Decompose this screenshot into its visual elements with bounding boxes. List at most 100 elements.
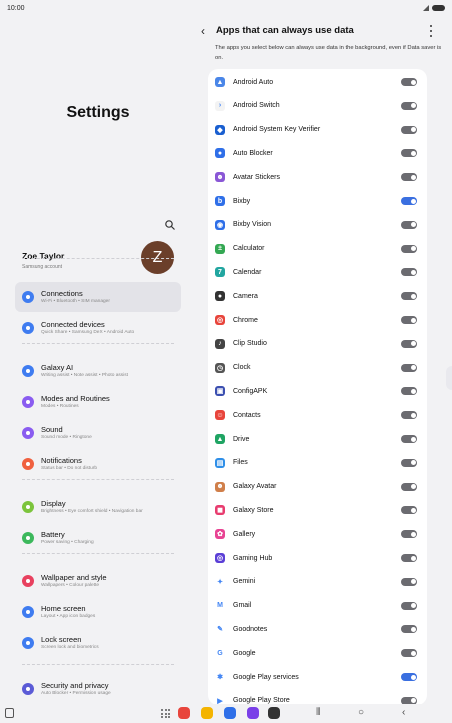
data-toggle[interactable] [401, 625, 417, 634]
data-toggle[interactable] [401, 673, 417, 681]
dock-app-red[interactable] [178, 707, 190, 719]
app-icon: ± [215, 243, 225, 254]
app-name: Gaming Hub [233, 554, 273, 562]
app-row[interactable]: ◆ Android System Key Verifier [208, 118, 427, 142]
app-row[interactable]: ▲ Drive [208, 427, 427, 451]
menu-item-subtitle: Quick Share • Samsung DeX • Android Auto [41, 330, 135, 335]
data-toggle[interactable] [401, 506, 417, 515]
search-icon[interactable] [164, 219, 176, 231]
app-row[interactable]: ▣ ConfigAPK [208, 379, 427, 403]
data-toggle[interactable] [401, 387, 417, 396]
menu-item-galaxy-ai[interactable]: Galaxy AI Writing assist • Note assist • … [15, 356, 181, 386]
data-toggle[interactable] [401, 292, 417, 301]
lock-icon [22, 637, 34, 649]
data-toggle[interactable] [401, 220, 417, 229]
dock-app-blue[interactable] [224, 707, 236, 719]
menu-item-wallpaper-and-style[interactable]: Wallpaper and style Wallpapers • Colour p… [15, 566, 181, 596]
scroll-handle[interactable] [446, 366, 452, 390]
app-icon: M [215, 600, 225, 611]
data-toggle[interactable] [401, 125, 417, 134]
data-toggle[interactable] [401, 244, 417, 253]
app-row[interactable]: G Google [208, 641, 427, 665]
app-row[interactable]: ✦ Gemini [208, 570, 427, 594]
app-row[interactable]: ☻ Galaxy Avatar [208, 475, 427, 499]
app-row[interactable]: 7 Calendar [208, 260, 427, 284]
data-toggle[interactable] [401, 78, 417, 86]
menu-item-label: Galaxy AI [41, 363, 74, 372]
app-row[interactable]: M Gmail [208, 594, 427, 618]
app-row[interactable]: ◼ Galaxy Store [208, 498, 427, 522]
data-toggle[interactable] [401, 339, 417, 348]
app-row[interactable]: ◎ Gaming Hub [208, 546, 427, 570]
dock-app-purple[interactable] [247, 707, 259, 719]
data-toggle[interactable] [401, 173, 417, 182]
data-toggle[interactable] [401, 601, 417, 610]
back-icon[interactable]: ‹ [201, 23, 205, 39]
app-row[interactable]: ☺ Contacts [208, 403, 427, 427]
data-toggle[interactable] [401, 268, 417, 277]
menu-item-lock-screen[interactable]: Lock screen Screen lock and biometrics [15, 628, 181, 658]
app-row[interactable]: ◎ Chrome [208, 308, 427, 332]
display-icon [22, 501, 34, 513]
app-name: Calculator [233, 245, 265, 253]
home-button[interactable]: ○ [358, 706, 364, 720]
data-toggle[interactable] [401, 411, 417, 420]
data-toggle[interactable] [401, 458, 417, 467]
menu-item-sound[interactable]: Sound Sound mode • Ringtone [15, 418, 181, 448]
divider [22, 479, 174, 480]
app-row[interactable]: ♪ Clip Studio [208, 332, 427, 356]
app-icon: ◉ [215, 219, 225, 230]
app-icon: ☺ [215, 410, 225, 421]
data-toggle[interactable] [401, 101, 417, 110]
taskbar-panel-icon[interactable] [5, 708, 14, 718]
app-row[interactable]: › Android Switch [208, 94, 427, 118]
app-name: Clip Studio [233, 340, 267, 348]
app-row[interactable]: ◷ Clock [208, 356, 427, 380]
data-toggle[interactable] [401, 482, 417, 491]
more-options-icon[interactable] [429, 25, 432, 37]
taskbar: ⦀ ○ ‹ [0, 704, 452, 723]
app-icon: ● [215, 148, 225, 159]
data-toggle[interactable] [401, 649, 417, 658]
menu-item-label: Display [41, 499, 66, 508]
menu-item-security-and-privacy[interactable]: Security and privacy Auto Blocker • Permi… [15, 674, 181, 704]
app-row[interactable]: ◉ Bixby Vision [208, 213, 427, 237]
app-row[interactable]: ▤ Files [208, 451, 427, 475]
app-row[interactable]: ± Calculator [208, 237, 427, 261]
data-toggle[interactable] [401, 554, 417, 562]
app-row[interactable]: ✿ Gallery [208, 522, 427, 546]
app-row[interactable]: ▶ Google Play Store [208, 689, 427, 705]
app-icon: › [215, 100, 225, 111]
app-row[interactable]: ● Auto Blocker [208, 141, 427, 165]
menu-item-text: Battery Power saving • Charging [41, 530, 94, 546]
data-toggle[interactable] [401, 197, 417, 205]
data-toggle[interactable] [401, 149, 417, 158]
menu-item-subtitle: Status bar • Do not disturb [41, 466, 98, 471]
signal-icon [423, 5, 429, 11]
data-toggle[interactable] [401, 530, 417, 539]
menu-item-connected-devices[interactable]: Connected devices Quick Share • Samsung D… [15, 313, 181, 343]
recents-button[interactable]: ⦀ [316, 706, 320, 720]
dock-app-camera[interactable] [268, 707, 280, 719]
data-toggle[interactable] [401, 316, 417, 324]
app-icon: ◎ [215, 553, 225, 563]
app-row[interactable]: ✱ Google Play services [208, 665, 427, 689]
menu-item-modes-and-routines[interactable]: Modes and Routines Modes • Routines [15, 387, 181, 417]
app-row[interactable]: ▲ Android Auto [208, 70, 427, 94]
back-button[interactable]: ‹ [402, 706, 405, 720]
app-row[interactable]: ☻ Avatar Stickers [208, 165, 427, 189]
data-toggle[interactable] [401, 363, 417, 372]
dock-app-yellow[interactable] [201, 707, 213, 719]
menu-item-battery[interactable]: Battery Power saving • Charging [15, 523, 181, 553]
app-row[interactable]: b Bixby [208, 189, 427, 213]
data-toggle[interactable] [401, 435, 417, 443]
app-name: Files [233, 459, 248, 467]
app-row[interactable]: ✎ Goodnotes [208, 617, 427, 641]
menu-item-display[interactable]: Display Brightness • Eye comfort shield •… [15, 492, 181, 522]
app-row[interactable]: ● Camera [208, 284, 427, 308]
menu-item-notifications[interactable]: Notifications Status bar • Do not disturb [15, 449, 181, 479]
menu-item-home-screen[interactable]: Home screen Layout • App icon badges [15, 597, 181, 627]
apps-grid-icon[interactable] [161, 709, 170, 718]
data-toggle[interactable] [401, 577, 417, 586]
menu-item-connections[interactable]: Connections Wi-Fi • Bluetooth • SIM manag… [15, 282, 181, 312]
